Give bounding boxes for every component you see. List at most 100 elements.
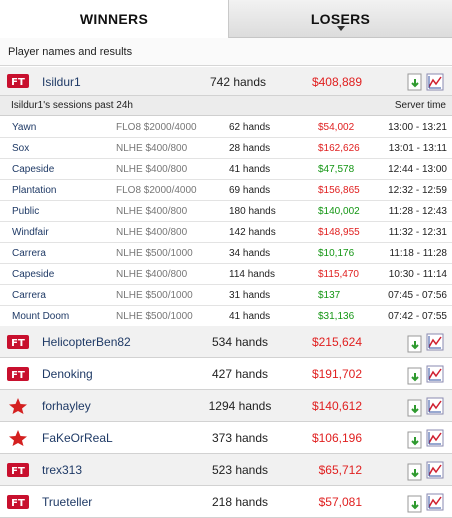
full-tilt-logo-icon: FT [7,463,29,477]
download-icon[interactable] [407,399,423,417]
session-table-name[interactable]: Capeside [12,269,54,280]
session-table-name[interactable]: Capeside [12,164,54,175]
graph-icon[interactable] [426,429,444,447]
download-icon[interactable] [407,495,423,513]
session-game: NLHE $400/800 [116,269,188,280]
graph-icon[interactable] [426,461,444,479]
player-hands: 742 hands [209,75,267,89]
player-row[interactable]: forhayley 1294 hands $140,612 [0,390,452,422]
pokerstars-logo-icon [9,430,27,446]
session-amount: $140,002 [318,206,360,217]
session-time: 13:00 - 13:21 [388,122,447,133]
download-icon[interactable] [407,431,423,449]
svg-text:FT: FT [11,498,25,509]
graph-icon[interactable] [426,73,444,91]
session-table-name[interactable]: Carrera [12,290,46,301]
session-game: NLHE $400/800 [116,206,188,217]
session-amount: $47,578 [318,164,355,175]
full-tilt-logo-icon: FT [7,335,29,349]
full-tilt-logo-icon: FT [7,495,29,509]
player-name[interactable]: trex313 [42,463,82,477]
session-hands: 41 hands [229,311,271,322]
sessions-header: Isildur1's sessions past 24h Server time [0,96,452,116]
download-icon[interactable] [407,73,423,91]
player-hands: 534 hands [211,335,269,349]
session-time: 07:42 - 07:55 [388,311,447,322]
session-row[interactable]: Capeside NLHE $400/800 114 hands $115,470 10… [0,264,452,285]
tab-bar: WINNERS LOSERS [0,0,452,38]
session-table-name[interactable]: Public [12,206,39,217]
session-hands: 34 hands [229,248,271,259]
graph-icon[interactable] [426,365,444,383]
player-amount: $408,889 [311,75,362,89]
session-game: NLHE $400/800 [116,143,188,154]
session-game: NLHE $400/800 [116,164,188,175]
player-amount: $106,196 [311,431,362,445]
session-game: FLO8 $2000/4000 [116,122,197,133]
player-row[interactable]: FT Denoking 427 hands $191,702 [0,358,452,390]
player-hands: 427 hands [211,367,269,381]
tab-winners-label: WINNERS [79,11,149,27]
session-table-name[interactable]: Mount Doom [12,311,69,322]
player-name[interactable]: FaKeOrReaL [42,431,113,445]
session-row[interactable]: Sox NLHE $400/800 28 hands $162,626 13:01 - … [0,138,452,159]
session-row[interactable]: Capeside NLHE $400/800 41 hands $47,578 12:4… [0,159,452,180]
session-row[interactable]: Plantation FLO8 $2000/4000 69 hands $156,86… [0,180,452,201]
graph-icon[interactable] [426,493,444,511]
session-time: 11:32 - 12:31 [388,227,447,238]
session-row[interactable]: Mount Doom NLHE $500/1000 41 hands $31,136 0… [0,306,452,327]
svg-text:FT: FT [11,77,25,88]
graph-icon[interactable] [426,333,444,351]
player-row[interactable]: FaKeOrReaL 373 hands $106,196 [0,422,452,454]
session-hands: 31 hands [229,290,271,301]
session-table-name[interactable]: Sox [12,143,29,154]
session-game: NLHE $500/1000 [116,311,193,322]
player-amount: $65,712 [318,463,362,477]
session-row[interactable]: Windfair NLHE $400/800 142 hands $148,955 11… [0,222,452,243]
session-time: 11:18 - 11:28 [389,248,447,259]
player-name[interactable]: HelicopterBen82 [42,335,131,349]
session-amount: $10,176 [318,248,355,259]
player-amount: $57,081 [318,495,362,509]
session-row[interactable]: Carrera NLHE $500/1000 34 hands $10,176 11:1… [0,243,452,264]
session-table-name[interactable]: Carrera [12,248,46,259]
tab-losers[interactable]: LOSERS [229,0,452,38]
player-name[interactable]: forhayley [42,399,91,413]
session-table-name[interactable]: Windfair [12,227,49,238]
download-icon[interactable] [407,367,423,385]
session-row[interactable]: Carrera NLHE $500/1000 31 hands $137 07:45 -… [0,285,452,306]
session-hands: 62 hands [229,122,271,133]
download-icon[interactable] [407,335,423,353]
player-name[interactable]: Denoking [42,367,93,381]
session-row[interactable]: Public NLHE $400/800 180 hands $140,002 11:2… [0,201,452,222]
session-table-name[interactable]: Plantation [12,185,56,196]
player-row[interactable]: FT trex313 523 hands $65,712 [0,454,452,486]
player-amount: $140,612 [311,399,362,413]
session-amount: $54,002 [318,122,355,133]
session-amount: $137 [318,290,341,301]
session-hands: 114 hands [229,269,275,280]
player-row[interactable]: FT HelicopterBen82 534 hands $215,624 [0,326,452,358]
graph-icon[interactable] [426,397,444,415]
session-hands: 69 hands [229,185,271,196]
session-hands: 142 hands [229,227,276,238]
player-amount: $215,624 [311,335,362,349]
session-amount: $115,470 [318,269,359,280]
player-amount: $191,702 [311,367,362,381]
session-table-name[interactable]: Yawn [12,122,36,133]
results-header: Player names and results [0,38,452,66]
player-row[interactable]: FT Trueteller 218 hands $57,081 [0,486,452,518]
player-name[interactable]: Trueteller [42,495,92,509]
sessions-title: Isildur1's sessions past 24h [11,100,133,111]
player-hands: 523 hands [211,463,269,477]
session-hands: 41 hands [229,164,271,175]
tab-losers-label: LOSERS [310,10,371,27]
tab-winners[interactable]: WINNERS [0,0,229,38]
session-row[interactable]: Yawn FLO8 $2000/4000 62 hands $54,002 13:00 … [0,117,452,138]
player-name[interactable]: Isildur1 [42,75,81,89]
session-hands: 180 hands [229,206,276,217]
session-time: 13:01 - 13:11 [388,143,447,154]
download-icon[interactable] [407,463,423,481]
pokerstars-logo-icon [9,398,27,414]
player-row-expanded[interactable]: FT Isildur1 742 hands $408,889 [0,67,452,96]
